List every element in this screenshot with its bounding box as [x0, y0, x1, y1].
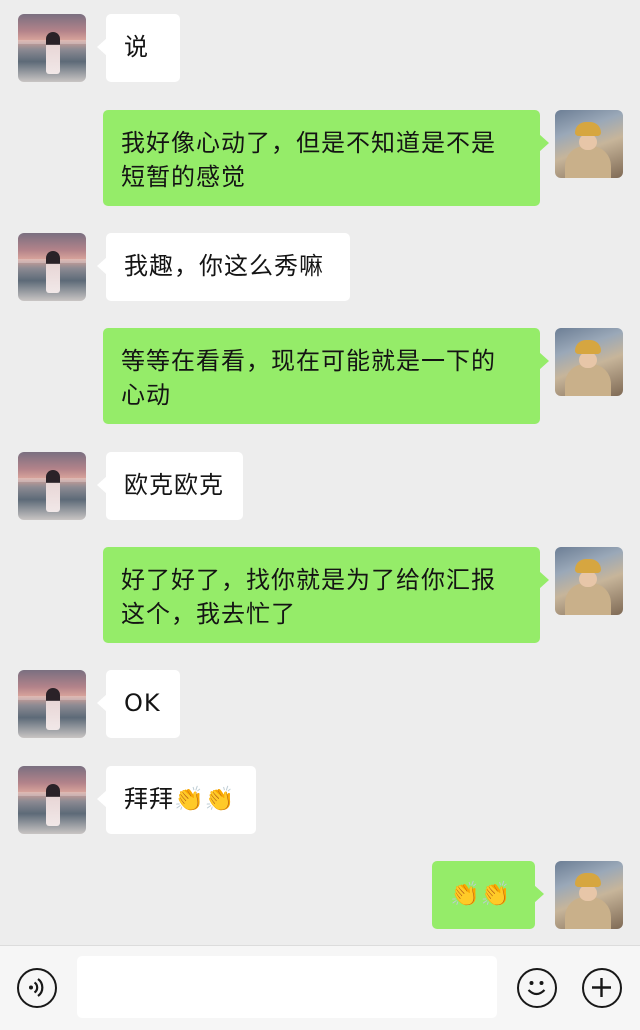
- plus-icon[interactable]: [582, 968, 622, 1008]
- message-bubble-incoming[interactable]: 拜拜👏👏: [97, 766, 256, 834]
- avatar-figure: [46, 784, 60, 826]
- avatar-figure: [46, 688, 60, 730]
- avatar-hat: [575, 340, 601, 354]
- input-bar: [0, 945, 640, 1030]
- avatar-face: [579, 571, 597, 587]
- avatar-body: [565, 583, 611, 615]
- avatar-body: [565, 897, 611, 929]
- contact-avatar[interactable]: [18, 766, 86, 834]
- message-bubble-outgoing[interactable]: 等等在看看，现在可能就是一下的 心动: [103, 328, 549, 424]
- message-bubble-outgoing[interactable]: 我好像心动了，但是不知道是不是 短暂的感觉: [103, 110, 549, 206]
- avatar-face: [579, 352, 597, 368]
- message-bubble-incoming[interactable]: OK: [97, 670, 180, 738]
- chat-message-list[interactable]: 说 我好像心动了，但是不知道是不是 短暂的感觉 我趣，你这么秀嘛 等等在看看，现…: [0, 0, 640, 945]
- my-avatar[interactable]: [555, 547, 623, 615]
- emoji-icon[interactable]: [517, 968, 557, 1008]
- avatar-body: [565, 364, 611, 396]
- avatar-figure: [46, 251, 60, 293]
- contact-avatar[interactable]: [18, 14, 86, 82]
- message-bubble-incoming[interactable]: 我趣，你这么秀嘛: [97, 233, 350, 301]
- emoji-icon-glyph: [527, 981, 546, 996]
- contact-avatar[interactable]: [18, 233, 86, 301]
- my-avatar[interactable]: [555, 328, 623, 396]
- voice-icon[interactable]: [17, 968, 57, 1008]
- voice-icon-glyph: [29, 978, 44, 997]
- avatar-figure: [46, 470, 60, 512]
- my-avatar[interactable]: [555, 110, 623, 178]
- avatar-hat: [575, 122, 601, 136]
- message-bubble-outgoing[interactable]: 好了好了，找你就是为了给你汇报 这个，我去忙了: [103, 547, 549, 643]
- plus-icon-glyph: [592, 978, 611, 997]
- message-bubble-incoming[interactable]: 欧克欧克: [97, 452, 243, 520]
- avatar-hat: [575, 559, 601, 573]
- message-bubble-outgoing[interactable]: 👏👏: [432, 861, 544, 929]
- contact-avatar[interactable]: [18, 670, 86, 738]
- avatar-body: [565, 146, 611, 178]
- message-input[interactable]: [77, 956, 497, 1018]
- avatar-face: [579, 134, 597, 150]
- my-avatar[interactable]: [555, 861, 623, 929]
- avatar-figure: [46, 32, 60, 74]
- avatar-face: [579, 885, 597, 901]
- avatar-hat: [575, 873, 601, 887]
- contact-avatar[interactable]: [18, 452, 86, 520]
- message-bubble-incoming[interactable]: 说: [97, 14, 180, 82]
